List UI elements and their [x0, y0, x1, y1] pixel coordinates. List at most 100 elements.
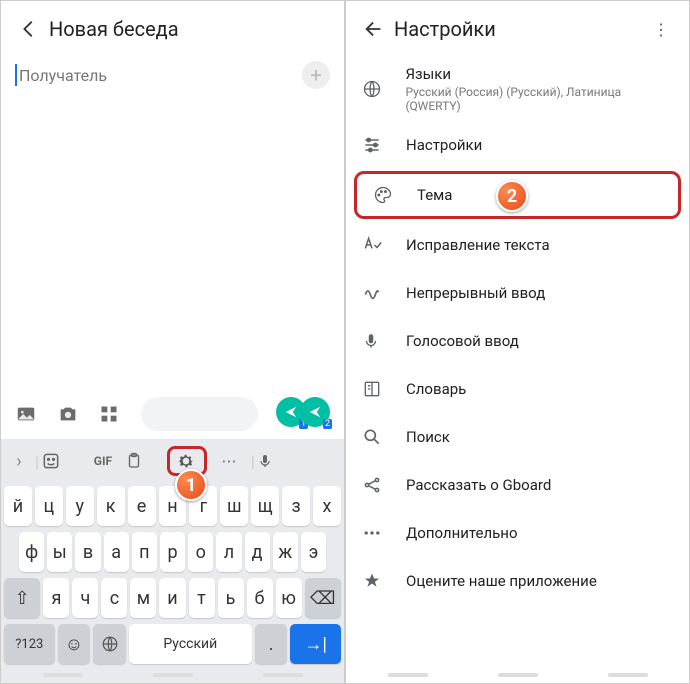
- more-icon[interactable]: ⋯: [209, 452, 249, 470]
- star-icon: [362, 571, 386, 591]
- key-ф[interactable]: ф: [19, 532, 44, 572]
- settings-item-spell[interactable]: Исправление текста: [346, 221, 689, 269]
- settings-item-label: Тема: [417, 186, 452, 204]
- recipient-row: +: [1, 57, 344, 103]
- key-б[interactable]: б: [247, 578, 273, 618]
- nav-bar: [346, 667, 689, 683]
- settings-item-dots[interactable]: Дополнительно: [346, 509, 689, 557]
- message-input[interactable]: [141, 397, 258, 431]
- key-period[interactable]: .: [255, 624, 288, 664]
- overflow-menu-icon[interactable]: ⋮: [641, 9, 681, 49]
- gallery-icon[interactable]: [15, 403, 39, 425]
- key-shift[interactable]: ⇧: [4, 578, 40, 618]
- settings-item-star[interactable]: Оцените наше приложение: [346, 557, 689, 605]
- book-icon: [362, 379, 386, 399]
- chevron-right-icon[interactable]: ›: [5, 451, 33, 472]
- key-э[interactable]: э: [301, 532, 326, 572]
- settings-item-label: Рассказать о Gboard: [406, 476, 551, 494]
- key-й[interactable]: й: [4, 486, 32, 526]
- topbar: Настройки ⋮: [346, 1, 689, 57]
- settings-item-gesture[interactable]: Непрерывный ввод: [346, 269, 689, 317]
- key-ц[interactable]: ц: [35, 486, 63, 526]
- keyboard-toolbar: › | GIF ⋯ | 1: [1, 439, 344, 483]
- key-ю[interactable]: ю: [276, 578, 302, 618]
- sliders-icon: [362, 135, 386, 155]
- key-lang[interactable]: [93, 624, 126, 664]
- back-icon[interactable]: [9, 9, 49, 49]
- key-ы[interactable]: ы: [47, 532, 72, 572]
- back-icon[interactable]: [354, 9, 394, 49]
- clipboard-icon[interactable]: [125, 451, 165, 471]
- settings-item-label: Исправление текста: [406, 236, 550, 254]
- key-space[interactable]: Русский: [129, 624, 252, 664]
- key-symbols[interactable]: ?123: [4, 624, 55, 664]
- key-л[interactable]: л: [216, 532, 241, 572]
- key-emoji[interactable]: ☺: [58, 624, 91, 664]
- key-ч[interactable]: ч: [72, 578, 98, 618]
- share-icon: [362, 475, 386, 495]
- compose-row: 1 2: [1, 389, 344, 439]
- camera-icon[interactable]: [57, 403, 81, 425]
- dots-icon: [362, 523, 386, 543]
- page-title: Новая беседа: [49, 17, 336, 41]
- key-с[interactable]: с: [101, 578, 127, 618]
- key-р[interactable]: р: [160, 532, 185, 572]
- key-щ[interactable]: щ: [251, 486, 279, 526]
- step-badge-1: 1: [175, 469, 207, 501]
- key-backspace[interactable]: ⌫: [305, 578, 341, 618]
- keyboard-row-4: ?123 ☺ Русский . →|: [1, 621, 344, 667]
- recipient-input[interactable]: [15, 64, 302, 86]
- key-у[interactable]: у: [66, 486, 94, 526]
- key-а[interactable]: а: [104, 532, 129, 572]
- settings-item-label: Непрерывный ввод: [406, 284, 545, 302]
- settings-list: Языки Русский (Россия) (Русский), Латиниц…: [346, 57, 689, 605]
- settings-item-label: Настройки: [406, 136, 482, 154]
- settings-item-mic[interactable]: Голосовой ввод: [346, 317, 689, 365]
- keyboard: › | GIF ⋯ | 1 йцукенгшщзх фывапролджэ ⇧я…: [1, 439, 344, 683]
- keyboard-row-3: ⇧ячсмитьбю⌫: [1, 575, 344, 621]
- key-ж[interactable]: ж: [273, 532, 298, 572]
- add-recipient-button[interactable]: +: [302, 61, 330, 89]
- settings-item-sub: Русский (Россия) (Русский), Латиница (QW…: [405, 85, 673, 113]
- key-м[interactable]: м: [130, 578, 156, 618]
- spell-icon: [362, 235, 386, 255]
- nav-bar: [1, 667, 344, 683]
- globe-icon: [362, 79, 385, 99]
- step-badge-2: 2: [496, 180, 528, 212]
- key-д[interactable]: д: [245, 532, 270, 572]
- gesture-icon: [362, 283, 386, 303]
- send-sim2-button[interactable]: 2: [300, 397, 330, 427]
- sticker-icon[interactable]: [41, 451, 81, 471]
- mic-icon[interactable]: [257, 451, 297, 471]
- key-ь[interactable]: ь: [218, 578, 244, 618]
- settings-item-label: Словарь: [406, 380, 466, 398]
- key-о[interactable]: о: [188, 532, 213, 572]
- settings-item-label: Голосовой ввод: [406, 332, 519, 350]
- gif-button[interactable]: GIF: [83, 454, 123, 468]
- settings-item-label: Языки: [405, 65, 673, 83]
- settings-item-sliders[interactable]: Настройки: [346, 121, 689, 169]
- key-х[interactable]: х: [313, 486, 341, 526]
- key-т[interactable]: т: [189, 578, 215, 618]
- settings-item-book[interactable]: Словарь: [346, 365, 689, 413]
- key-з[interactable]: з: [282, 486, 310, 526]
- keyboard-row-2: фывапролджэ: [1, 529, 344, 575]
- key-я[interactable]: я: [43, 578, 69, 618]
- key-в[interactable]: в: [75, 532, 100, 572]
- key-и[interactable]: и: [159, 578, 185, 618]
- settings-item-palette[interactable]: Тема 2: [354, 171, 681, 219]
- search-icon: [362, 427, 386, 447]
- settings-item-globe[interactable]: Языки Русский (Россия) (Русский), Латиниц…: [346, 57, 689, 121]
- topbar: Новая беседа: [1, 1, 344, 57]
- key-ш[interactable]: ш: [220, 486, 248, 526]
- settings-item-search[interactable]: Поиск: [346, 413, 689, 461]
- page-title: Настройки: [394, 17, 641, 41]
- key-enter[interactable]: →|: [290, 624, 341, 664]
- apps-icon[interactable]: [99, 404, 123, 424]
- key-е[interactable]: е: [128, 486, 156, 526]
- key-к[interactable]: к: [97, 486, 125, 526]
- settings-item-label: Дополнительно: [406, 524, 518, 542]
- settings-item-label: Поиск: [406, 428, 450, 446]
- settings-item-share[interactable]: Рассказать о Gboard: [346, 461, 689, 509]
- key-п[interactable]: п: [132, 532, 157, 572]
